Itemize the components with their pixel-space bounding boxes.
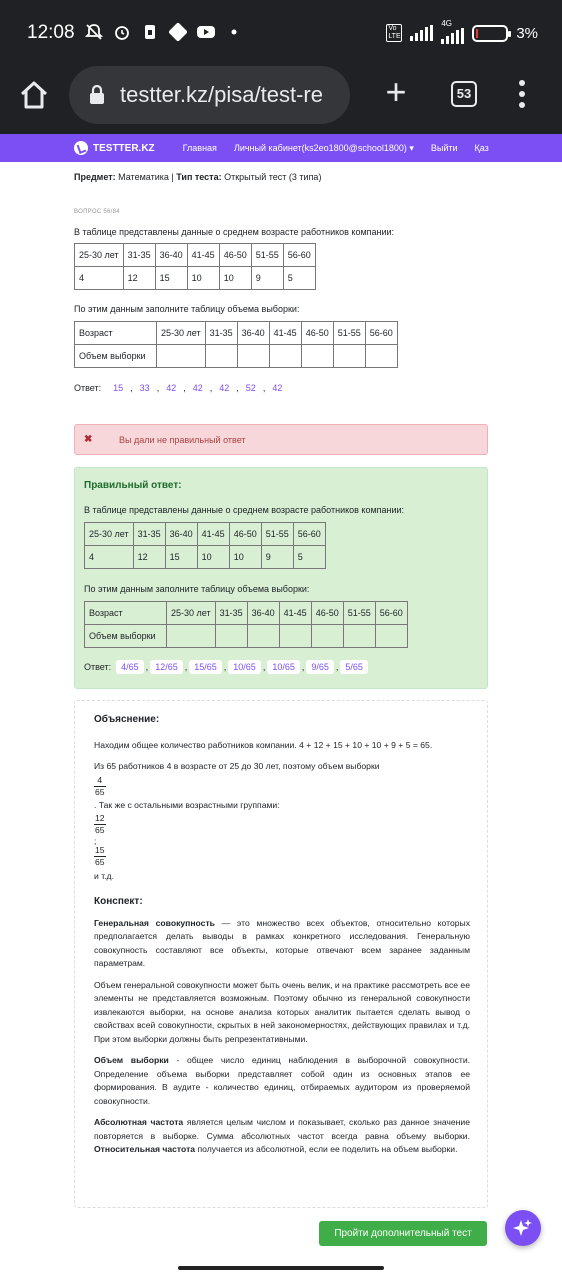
question-number: ВОПРОС 56/84: [74, 209, 120, 215]
user-answer-field[interactable]: 42: [267, 381, 288, 395]
url-bar[interactable]: testter.kz/pisa/test-re: [69, 66, 350, 124]
correct-answer-value: 4/65: [116, 660, 144, 674]
konspekt-p1: Генеральная совокупность — это множество…: [94, 917, 470, 969]
gesture-handle[interactable]: [178, 1266, 384, 1270]
battery-percent: 3%: [516, 24, 538, 42]
correct-age-table-container: 25-30 лет 31-35 36-40 41-45 46-50 51-55 56-60 …: [84, 522, 326, 569]
sim-icon: [140, 22, 160, 42]
user-answer-field[interactable]: 42: [187, 381, 208, 395]
user-answer-field[interactable]: 33: [134, 381, 155, 395]
explanation-p1: Находим общее количество работников комп…: [94, 739, 433, 750]
user-answer-field[interactable]: 42: [161, 381, 182, 395]
correct-question-text: В таблице представлены данные о среднем …: [84, 505, 405, 515]
nav-home[interactable]: Главная: [183, 143, 217, 153]
age-data-table: 25-30 лет 31-35 36-40 41-45 46-50 51-55 56-60 …: [74, 243, 316, 290]
correct-answer-value: 10/65: [228, 660, 261, 674]
wrong-answer-alert: ✖ Вы дали не правильный ответ: [74, 424, 488, 455]
correct-answer-value: 12/65: [150, 660, 183, 674]
table-row: 4 12 15 10 10 9 5: [84, 545, 326, 569]
signal-icon: [410, 25, 434, 41]
question-text-2: По этим данным заполните таблицу объема …: [74, 304, 300, 314]
table-row: Объем выборки: [74, 344, 398, 368]
konspekt-title: Конспект:: [94, 896, 143, 907]
nav-language[interactable]: Қаз: [475, 143, 489, 153]
table-row: Возраст 25-30 лет 31-35 36-40 41-45 46-50 51-5…: [84, 601, 408, 625]
status-bar: 12:08 Vo LTE 4G 3%: [0, 0, 562, 66]
correct-age-table: 25-30 лет 31-35 36-40 41-45 46-50 51-55 56-60 …: [84, 522, 326, 569]
correct-sample-table-container: Возраст 25-30 лет 31-35 36-40 41-45 46-50 51-5…: [84, 601, 408, 648]
correct-answer-value: 5/65: [340, 660, 368, 674]
mute-icon: [84, 22, 104, 42]
konspekt-p4: Абсолютная частота является целым числом…: [94, 1117, 471, 1154]
explanation-p4: и т.д.: [94, 870, 114, 881]
next-test-button[interactable]: Пройти дополнительный тест: [319, 1221, 487, 1246]
explanation-box: Объяснение: Находим общее количество раб…: [74, 700, 488, 1208]
correct-sample-table: Возраст 25-30 лет 31-35 36-40 41-45 46-50 51-5…: [84, 601, 408, 648]
sparkle-icon: [513, 1219, 532, 1236]
fraction: 4 65: [94, 774, 106, 797]
user-answer-field[interactable]: 15: [108, 381, 129, 395]
gesture-bar: [0, 1262, 562, 1280]
browser-menu-button[interactable]: [517, 80, 527, 108]
correct-answer-value: 15/65: [189, 660, 222, 674]
gallery-icon: [168, 22, 188, 42]
table-row: Возраст 25-30 лет 31-35 36-40 41-45 46-50 51-5…: [74, 321, 398, 345]
correct-answer-title: Правильный ответ:: [84, 480, 182, 491]
wrong-icon: ✖: [84, 434, 93, 445]
nav-cabinet[interactable]: Личный кабинет(ks2eo1800@school1800) ▾: [234, 143, 414, 154]
network-type: 4G: [441, 19, 452, 28]
user-answer-field[interactable]: 42: [214, 381, 235, 395]
site-navbar: TESTTER.KZ Главная Личный кабинет(ks2eo1…: [0, 134, 562, 162]
lock-icon: [89, 84, 105, 110]
explanation-title: Объяснение:: [94, 714, 160, 725]
browser-toolbar: testter.kz/pisa/test-re + 53: [0, 66, 562, 134]
fraction: 12 65: [94, 812, 106, 835]
table-row: 25-30 лет 31-35 36-40 41-45 46-50 51-55 56-60: [74, 243, 316, 267]
dot-icon: [224, 22, 244, 42]
konspekt-p2: Объем генеральной совокупности может быт…: [94, 979, 470, 1044]
user-answer-row: Ответ: 15, 33, 42, 42, 42, 52, 42: [74, 381, 488, 395]
signal-4g-icon: 4G: [441, 19, 465, 44]
table-row: 25-30 лет 31-35 36-40 41-45 46-50 51-55 56-60: [84, 522, 326, 546]
sample-table-container: Возраст 25-30 лет 31-35 36-40 41-45 46-50 51-5…: [74, 321, 488, 368]
explanation-p3: . Так же с остальными возрастными группа…: [94, 800, 280, 810]
user-answer-field[interactable]: 52: [240, 381, 261, 395]
correct-answer-value: 9/65: [306, 660, 334, 674]
wrong-answer-text: Вы дали не правильный ответ: [119, 435, 246, 445]
logo-text: TESTTER.KZ: [93, 142, 155, 154]
youtube-icon: [196, 22, 216, 42]
system-icons: Vo LTE 4G 3%: [386, 19, 538, 44]
home-icon: [20, 81, 48, 109]
alarm-icon: [112, 22, 132, 42]
correct-answer-row: Ответ: 4/65, 12/65, 15/65, 10/65, 10/65,…: [84, 660, 370, 674]
table-row: Объем выборки: [84, 624, 408, 648]
correct-answer-value: 10/65: [267, 660, 300, 674]
sparkle-fab-button[interactable]: [505, 1210, 541, 1246]
test-meta: Предмет: Математика | Тип теста: Открыты…: [74, 172, 322, 182]
logo-icon: [74, 141, 88, 155]
age-table-container: 25-30 лет 31-35 36-40 41-45 46-50 51-55 56-60 …: [74, 243, 488, 290]
separator-text: ;: [94, 836, 97, 846]
volte-icon: Vo LTE: [386, 24, 403, 42]
home-button[interactable]: [18, 79, 50, 111]
correct-question-text-2: По этим данным заполните таблицу объема …: [84, 584, 310, 594]
tab-switcher-button[interactable]: 53: [451, 81, 477, 107]
new-tab-button[interactable]: +: [382, 74, 410, 110]
web-page: TESTTER.KZ Главная Личный кабинет(ks2eo1…: [0, 134, 562, 1280]
question-text: В таблице представлены данные о среднем …: [74, 227, 395, 237]
site-logo[interactable]: TESTTER.KZ: [74, 141, 155, 155]
sample-size-table: Возраст 25-30 лет 31-35 36-40 41-45 46-50 51-5…: [74, 321, 398, 368]
konspekt-p3: Объем выборки - общее число единиц наблю…: [94, 1055, 471, 1106]
notification-icons: [84, 22, 244, 42]
correct-answer-box: Правильный ответ: В таблице представлены…: [74, 467, 488, 689]
status-time: 12:08: [27, 22, 75, 43]
nav-logout[interactable]: Выйти: [431, 143, 458, 153]
battery-icon: [472, 24, 512, 42]
explanation-p2: Из 65 работников 4 в возрасте от 25 до 3…: [94, 761, 380, 771]
table-row: 4 12 15 10 10 9 5: [74, 266, 316, 290]
fraction: 15 65: [94, 845, 106, 867]
url-text: testter.kz/pisa/test-re: [120, 82, 323, 107]
